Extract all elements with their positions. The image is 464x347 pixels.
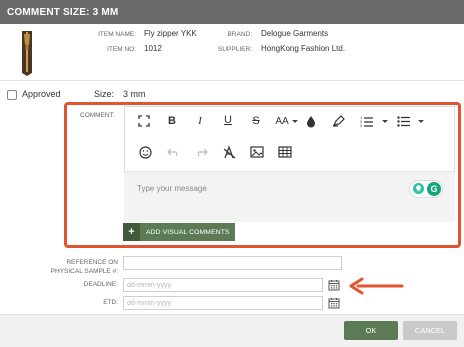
add-visual-comments-label: ADD VISUAL COMMENTS [146,228,230,236]
item-no-value: 1012 [144,44,162,53]
bold-icon[interactable]: B [166,114,178,128]
size-value: 3 mm [123,89,146,99]
image-icon[interactable] [250,146,264,158]
clear-format-icon[interactable] [223,146,236,159]
lightbulb-icon[interactable] [413,183,424,194]
font-size-caret-icon[interactable] [292,120,298,123]
cancel-button[interactable]: CANCEL [403,321,457,340]
header-divider [0,80,464,81]
fullscreen-icon[interactable] [138,115,150,127]
deadline-label: DEADLINE: [83,281,118,288]
plus-icon: + [123,223,140,241]
redo-icon[interactable] [195,147,208,157]
text-color-icon[interactable] [306,115,316,128]
supplier-value: HongKong Fashion Ltd. [261,44,346,53]
underline-icon[interactable]: U [222,113,234,127]
deadline-input[interactable]: dd-mmm-yyyy [123,278,323,292]
svg-text:3: 3 [360,123,363,127]
emoji-icon[interactable] [139,146,152,159]
approved-label: Approved [22,89,61,99]
ok-button[interactable]: OK [344,321,398,340]
etd-calendar-icon[interactable] [328,297,340,309]
unordered-list-caret-icon[interactable] [418,120,424,123]
font-size-icon[interactable]: AA [272,114,292,128]
comment-placeholder: Type your message [137,184,207,193]
grammarly-icon[interactable]: G [427,182,441,196]
deadline-calendar-icon[interactable] [328,279,340,291]
annotation-arrow-icon [349,277,404,295]
ordered-list-caret-icon[interactable] [382,120,388,123]
brand-value: Delogue Garments [261,29,329,38]
strikethrough-icon[interactable]: S [250,114,262,128]
item-name-label: ITEM NAME: [98,31,136,38]
supplier-label: SUPPLIER: [218,46,252,53]
reference-input[interactable] [123,256,342,270]
comment-text-area[interactable] [124,171,455,222]
brand-label: BRAND: [227,31,252,38]
table-icon[interactable] [278,146,292,158]
comment-label: COMMENT: [80,112,115,119]
etd-label: ETD: [103,299,118,306]
dialog-title: COMMENT SIZE: 3 MM [0,0,464,24]
etd-input[interactable]: dd-mmm-yyyy [123,296,323,310]
ordered-list-icon[interactable]: 1 2 3 [360,115,373,127]
italic-icon[interactable]: I [194,114,206,128]
undo-icon[interactable] [167,147,180,157]
reference-label: REFERENCE ON PHYSICAL SAMPLE #: [38,258,118,276]
zipper-thumbnail [22,31,32,76]
unordered-list-icon[interactable] [397,115,410,127]
size-label: Size: [94,89,115,99]
reference-label-line2: PHYSICAL SAMPLE #: [50,268,118,275]
item-name-value: Fly zipper YKK [144,29,197,38]
add-visual-comments-button[interactable]: + ADD VISUAL COMMENTS [123,223,235,241]
highlight-icon[interactable] [332,115,345,127]
item-no-label: ITEM NO: [107,46,136,53]
approved-checkbox[interactable] [7,90,17,100]
reference-label-line1: REFERENCE ON [66,259,118,266]
